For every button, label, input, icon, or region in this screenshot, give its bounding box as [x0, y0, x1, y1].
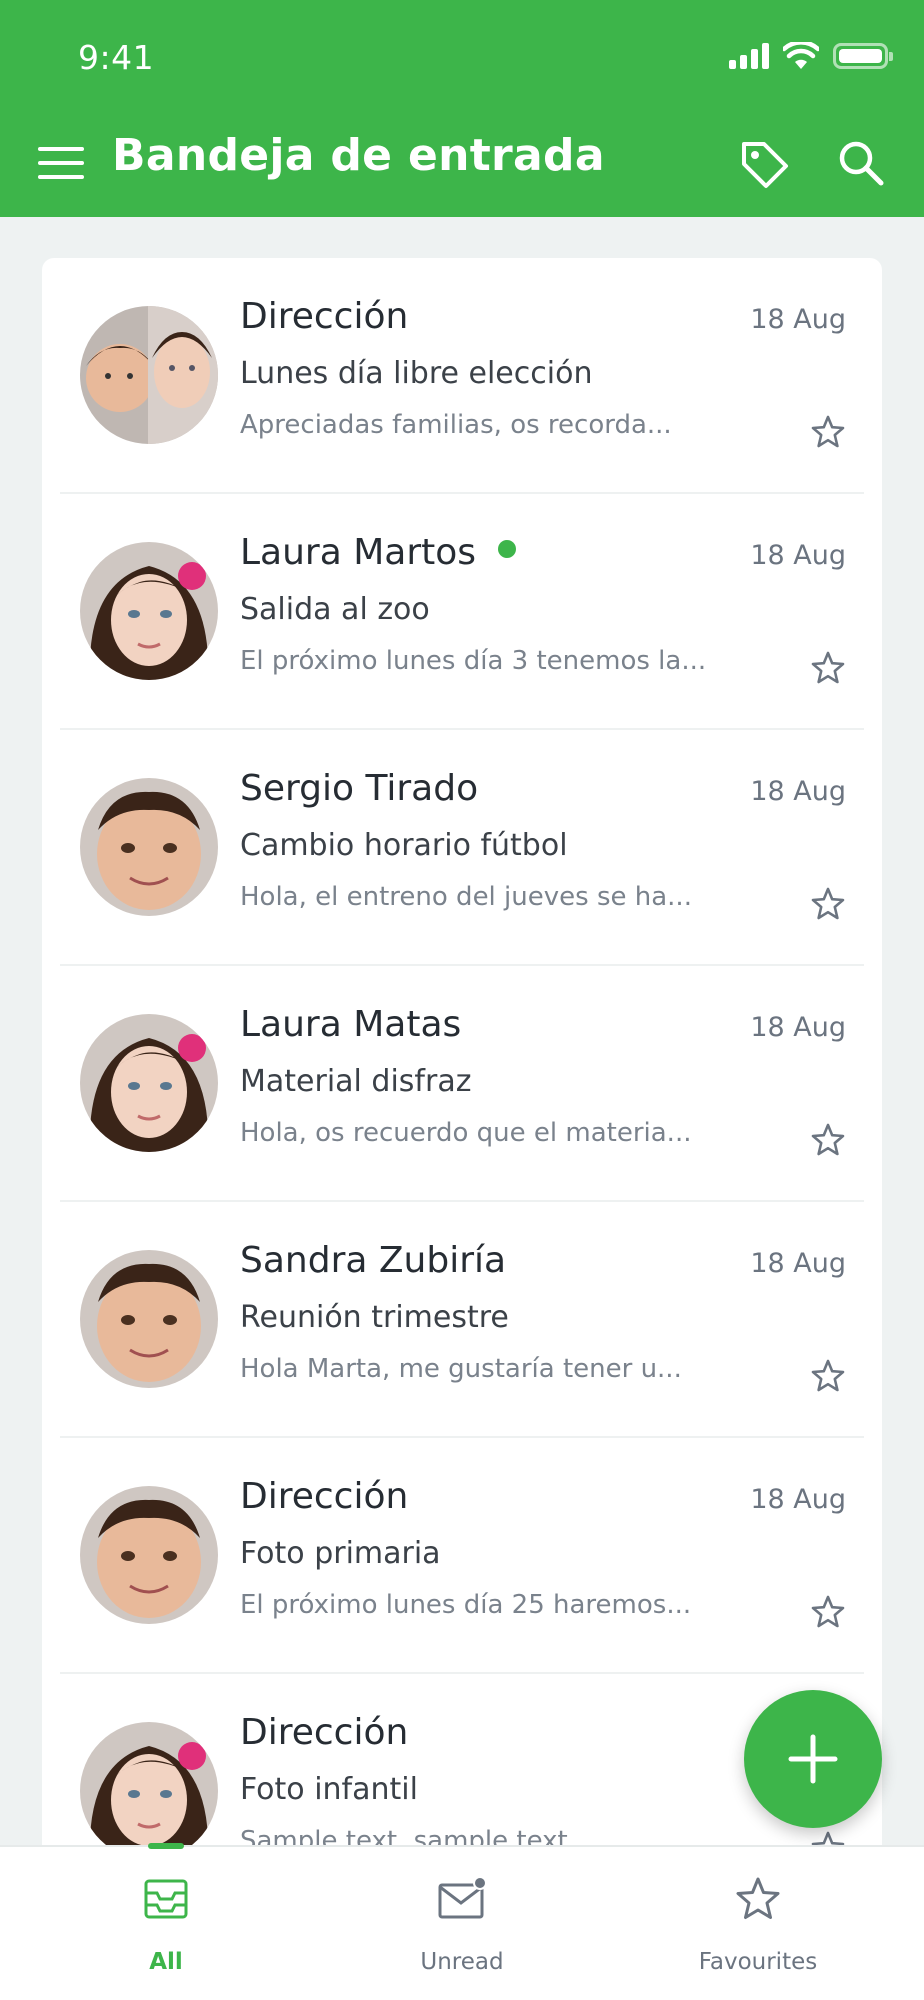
nav-favourites[interactable]: Favourites: [658, 1847, 858, 2000]
sender-name: Sandra Zubiría: [240, 1240, 506, 1281]
sender-name: Laura Matas: [240, 1004, 461, 1045]
message-row[interactable]: Dirección 18 Aug Foto primaria El próximo l…: [42, 1438, 882, 1674]
message-preview: Hola Marta, me gustaría tener u...: [240, 1354, 682, 1384]
status-icons: [729, 42, 893, 70]
avatar: [80, 1250, 218, 1388]
plus-icon: [788, 1734, 838, 1784]
message-preview: Hola, el entreno del jueves se ha...: [240, 882, 692, 912]
message-preview: El próximo lunes día 25 haremos...: [240, 1590, 692, 1620]
nav-all[interactable]: All: [66, 1843, 266, 2000]
star-icon: [736, 1877, 780, 1919]
message-row[interactable]: Laura Martos 18 Aug Salida al zoo El próxim…: [42, 494, 882, 730]
avatar: [80, 778, 218, 916]
message-date: 18 Aug: [750, 1484, 846, 1515]
avatar: [80, 542, 218, 680]
star-icon[interactable]: [810, 1122, 846, 1158]
message-row[interactable]: Sergio Tirado 18 Aug Cambio horario fútbol…: [42, 730, 882, 966]
star-icon[interactable]: [810, 886, 846, 922]
star-icon[interactable]: [810, 1594, 846, 1630]
cellular-signal-icon: [729, 43, 769, 69]
sender-name: Dirección: [240, 1476, 408, 1517]
search-icon[interactable]: [836, 138, 886, 188]
sender-name: Dirección: [240, 296, 408, 337]
inbox-icon: [144, 1879, 188, 1919]
message-list: Dirección 18 Aug Lunes día libre elección A…: [42, 258, 882, 1858]
message-date: 18 Aug: [750, 304, 846, 335]
active-indicator: [148, 1843, 184, 1849]
message-subject: Foto primaria: [240, 1536, 441, 1571]
sender-label: Laura Martos: [240, 532, 477, 573]
message-subject: Cambio horario fútbol: [240, 828, 568, 863]
star-icon[interactable]: [810, 1358, 846, 1394]
message-preview: El próximo lunes día 3 tenemos la...: [240, 646, 707, 676]
sender-label: Dirección: [240, 1712, 409, 1753]
compose-button[interactable]: [744, 1690, 882, 1828]
avatar: [80, 1486, 218, 1624]
star-icon[interactable]: [810, 650, 846, 686]
message-subject: Material disfraz: [240, 1064, 472, 1099]
nav-unread-label: Unread: [420, 1949, 504, 1975]
wifi-icon: [783, 42, 819, 69]
message-subject: Foto infantil: [240, 1772, 418, 1807]
nav-all-label: All: [149, 1949, 183, 1975]
message-date: 18 Aug: [750, 1012, 846, 1043]
envelope-icon: [438, 1876, 486, 1919]
sender-name: Sergio Tirado: [240, 768, 478, 809]
message-subject: Lunes día libre elección: [240, 356, 593, 391]
message-row[interactable]: Laura Matas 18 Aug Material disfraz Hola, o…: [42, 966, 882, 1202]
nav-unread[interactable]: Unread: [362, 1847, 562, 2000]
message-preview: Hola, os recuerdo que el materia...: [240, 1118, 692, 1148]
sender-name: Laura Martos: [240, 532, 517, 573]
message-date: 18 Aug: [750, 540, 846, 571]
tag-icon[interactable]: [736, 136, 792, 192]
nav-favourites-label: Favourites: [698, 1949, 818, 1975]
message-subject: Reunión trimestre: [240, 1300, 509, 1335]
menu-icon[interactable]: [38, 147, 84, 179]
page-title: Bandeja de entrada: [112, 130, 605, 181]
status-time: 9:41: [78, 38, 155, 77]
star-icon[interactable]: [810, 414, 846, 450]
message-preview: Apreciadas familias, os recorda...: [240, 410, 672, 440]
sender-label: Sergio Tirado: [240, 768, 479, 809]
bottom-navigation: All Unread Favourites: [0, 1843, 924, 2000]
sender-label: Dirección: [240, 1476, 409, 1517]
sender-label: Sandra Zubiría: [240, 1240, 507, 1281]
message-date: 18 Aug: [750, 776, 846, 807]
sender-label: Laura Matas: [240, 1004, 462, 1045]
message-row[interactable]: Sandra Zubiría 18 Aug Reunión trimestre Hol…: [42, 1202, 882, 1438]
app-header: 9:41 Bandeja de entrada: [0, 0, 924, 217]
avatar: [80, 1014, 218, 1152]
message-subject: Salida al zoo: [240, 592, 430, 627]
avatar: [80, 1722, 218, 1858]
battery-icon: [833, 43, 893, 69]
sender-label: Dirección: [240, 296, 409, 337]
online-status-dot: [498, 540, 517, 558]
sender-name: Dirección: [240, 1712, 408, 1753]
avatar: [80, 306, 218, 444]
message-date: 18 Aug: [750, 1248, 846, 1279]
message-row[interactable]: Dirección 18 Aug Lunes día libre elección A…: [42, 258, 882, 494]
